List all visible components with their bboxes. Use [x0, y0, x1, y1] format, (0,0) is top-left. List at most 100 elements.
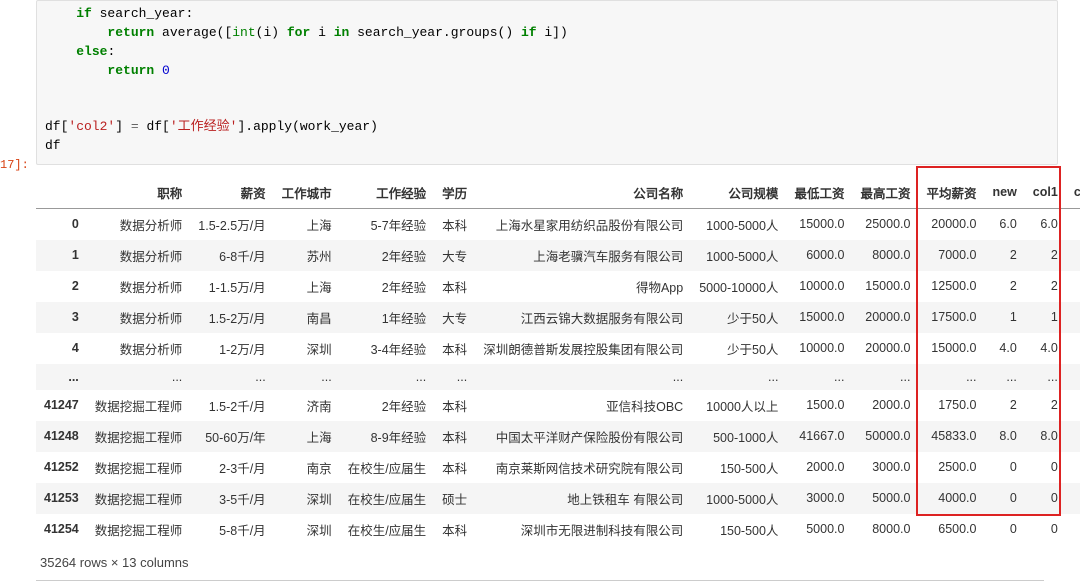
cell: 地上铁租车 有限公司 — [475, 483, 691, 514]
cell: 深圳市无限进制科技有限公司 — [475, 514, 691, 545]
row-index: 0 — [36, 208, 87, 240]
cell: 7000.0 — [918, 240, 984, 271]
cell: 15000.0 — [852, 271, 918, 302]
cell: 6.0 — [1066, 208, 1080, 240]
table-row: 41253数据挖掘工程师3-5千/月深圳在校生/应届生硕士地上铁租车 有限公司1… — [36, 483, 1080, 514]
cell: 上海水星家用纺织品股份有限公司 — [475, 208, 691, 240]
ellipsis: ... — [340, 364, 434, 390]
cell: 2 — [1025, 390, 1066, 421]
cell: 5000.0 — [852, 483, 918, 514]
cell: 2 — [984, 240, 1024, 271]
cell: 0.0 — [1066, 514, 1080, 545]
cell: 2.0 — [1066, 271, 1080, 302]
cell: 45833.0 — [918, 421, 984, 452]
cell: 4000.0 — [918, 483, 984, 514]
cell: 15000.0 — [918, 333, 984, 364]
column-header: 工作经验 — [340, 177, 434, 209]
output-prompt: 17]: — [0, 158, 29, 172]
cell: 6000.0 — [786, 240, 852, 271]
code-cell[interactable]: if search_year: return average([int(i) f… — [36, 0, 1058, 165]
cell: 南京莱斯网信技术研究院有限公司 — [475, 452, 691, 483]
cell: 4.0 — [1025, 333, 1066, 364]
ellipsis: ... — [918, 364, 984, 390]
cell: 1.0 — [1066, 302, 1080, 333]
cell: 亚信科技OBC — [475, 390, 691, 421]
cell: 本科 — [434, 333, 475, 364]
cell: 数据挖掘工程师 — [87, 483, 191, 514]
cell: 0 — [984, 514, 1024, 545]
ellipsis: ... — [691, 364, 786, 390]
dataframe-table: 职称薪资工作城市工作经验学历公司名称公司规模最低工资最高工资平均薪资newcol… — [36, 177, 1080, 545]
cell: 数据挖掘工程师 — [87, 452, 191, 483]
table-row: 1数据分析师6-8千/月苏州2年经验大专上海老骥汽车服务有限公司1000-500… — [36, 240, 1080, 271]
cell: 10000.0 — [786, 333, 852, 364]
cell: 1-2万/月 — [190, 333, 273, 364]
cell: 4.0 — [984, 333, 1024, 364]
table-row: 41248数据挖掘工程师50-60万/年上海8-9年经验本科中国太平洋财产保险股… — [36, 421, 1080, 452]
cell: 2.0 — [1066, 390, 1080, 421]
cell: 0.0 — [1066, 452, 1080, 483]
cell: 2年经验 — [340, 240, 434, 271]
cell: 本科 — [434, 390, 475, 421]
cell: 2年经验 — [340, 271, 434, 302]
cell: 大专 — [434, 240, 475, 271]
table-row: 41252数据挖掘工程师2-3千/月南京在校生/应届生本科南京莱斯网信技术研究院… — [36, 452, 1080, 483]
cell: 8000.0 — [852, 240, 918, 271]
cell: 深圳朗德普斯发展控股集团有限公司 — [475, 333, 691, 364]
table-header-row: 职称薪资工作城市工作经验学历公司名称公司规模最低工资最高工资平均薪资newcol… — [36, 177, 1080, 209]
dataframe-shape-label: 35264 rows × 13 columns — [40, 555, 1058, 570]
cell: 3-4年经验 — [340, 333, 434, 364]
cell: 15000.0 — [786, 302, 852, 333]
ellipsis: ... — [984, 364, 1024, 390]
cell: 8-9年经验 — [340, 421, 434, 452]
cell: 6.0 — [1025, 208, 1066, 240]
ellipsis-row: ........................................… — [36, 364, 1080, 390]
cell: 50-60万/年 — [190, 421, 273, 452]
ellipsis: ... — [434, 364, 475, 390]
cell: 5-8千/月 — [190, 514, 273, 545]
cell: 500-1000人 — [691, 421, 786, 452]
cell: 数据挖掘工程师 — [87, 421, 191, 452]
cell: 0 — [1025, 452, 1066, 483]
row-index: 41253 — [36, 483, 87, 514]
cell: 2000.0 — [852, 390, 918, 421]
column-header: col1 — [1025, 177, 1066, 209]
cell: 10000人以上 — [691, 390, 786, 421]
cell: 数据分析师 — [87, 333, 191, 364]
cell: 20000.0 — [852, 302, 918, 333]
cell: 本科 — [434, 421, 475, 452]
cell: 150-500人 — [691, 514, 786, 545]
cell: 2 — [984, 271, 1024, 302]
column-header: 薪资 — [190, 177, 273, 209]
cell: 6-8千/月 — [190, 240, 273, 271]
cell: 数据分析师 — [87, 271, 191, 302]
ellipsis: ... — [274, 364, 340, 390]
cell: 8.0 — [1066, 421, 1080, 452]
column-header: 最低工资 — [786, 177, 852, 209]
column-header: 平均薪资 — [918, 177, 984, 209]
cell: 数据分析师 — [87, 302, 191, 333]
cell: 上海 — [274, 208, 340, 240]
cell: 大专 — [434, 302, 475, 333]
cell: 2年经验 — [340, 390, 434, 421]
cell: 17500.0 — [918, 302, 984, 333]
cell: 2 — [1025, 271, 1066, 302]
cell: 1000-5000人 — [691, 208, 786, 240]
cell: 上海老骥汽车服务有限公司 — [475, 240, 691, 271]
cell: 本科 — [434, 271, 475, 302]
cell: 150-500人 — [691, 452, 786, 483]
cell: 深圳 — [274, 514, 340, 545]
column-header: new — [984, 177, 1024, 209]
cell: 1000-5000人 — [691, 240, 786, 271]
cell: 5000-10000人 — [691, 271, 786, 302]
cell: 硕士 — [434, 483, 475, 514]
ellipsis: ... — [1066, 364, 1080, 390]
column-header: 公司名称 — [475, 177, 691, 209]
cell: 8000.0 — [852, 514, 918, 545]
cell: 数据分析师 — [87, 208, 191, 240]
cell: 1年经验 — [340, 302, 434, 333]
cell: 少于50人 — [691, 333, 786, 364]
cell: 1 — [984, 302, 1024, 333]
cell: 2-3千/月 — [190, 452, 273, 483]
cell: 20000.0 — [918, 208, 984, 240]
